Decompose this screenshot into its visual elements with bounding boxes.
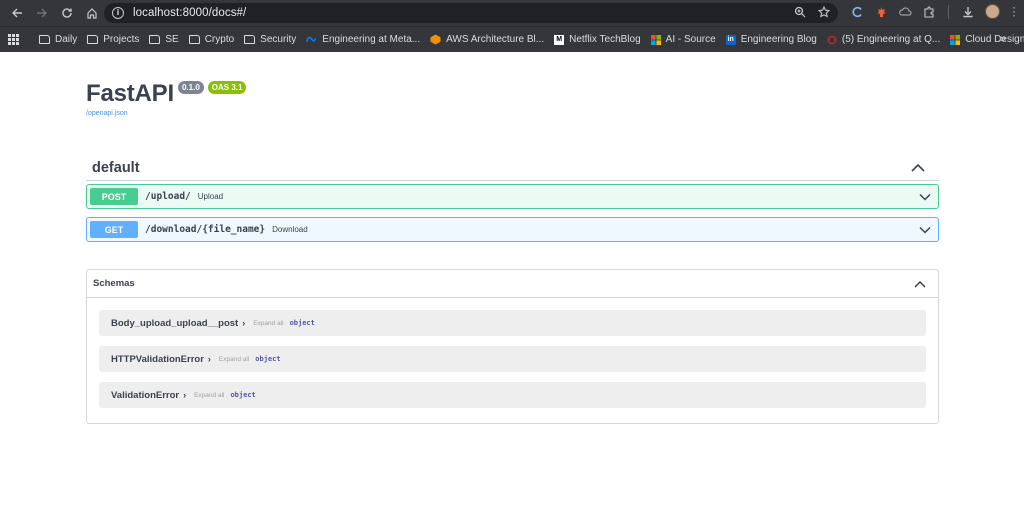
schema-model-row[interactable]: Body_upload_upload__post › Expand all objec… [99,310,926,336]
back-icon[interactable] [6,2,28,24]
download-icon[interactable] [961,5,975,19]
chevron-down-icon[interactable] [919,193,931,201]
site-info-icon[interactable]: i [112,7,124,19]
bookmark-label: SE [165,34,179,45]
extension-maple-icon[interactable] [874,5,888,19]
bookmark-item[interactable]: AI - Source [650,34,716,45]
bookmark-list: Daily Projects SE Crypto Security Engineering… [39,34,1024,45]
browser-toolbar: i localhost:8000/docs#/ · · · [0,0,1024,26]
extension-g-icon[interactable] [850,5,864,19]
operation-post-upload[interactable]: POST /upload/ Upload [86,184,939,209]
bookmark-item[interactable]: Crypto [188,34,235,45]
schema-model-list: Body_upload_upload__post › Expand all objec… [87,310,938,408]
linkedin-icon: in [725,34,736,45]
tag-header[interactable]: default [86,155,939,181]
meta-icon [306,36,317,42]
chevron-right-icon[interactable]: › [242,318,245,328]
schema-type-label: object [289,319,315,327]
bookmark-label: Security [260,34,297,45]
operation-summary: Download [272,225,308,234]
bookmark-label: Engineering Blog [740,34,817,45]
schema-model-name[interactable]: Body_upload_upload__post [111,318,238,329]
schemas-section: Schemas Body_upload_upload__post › Expand … [86,269,939,424]
method-badge-get: GET [90,221,138,238]
folder-icon [87,35,99,44]
bookmark-label: AI - Source [665,34,716,45]
bookmark-item[interactable]: Engineering at Meta... [306,34,420,45]
url-text[interactable]: localhost:8000/docs#/ [133,7,246,19]
medium-icon: M [554,34,565,45]
microsoft-icon [650,34,661,45]
bookmark-item[interactable]: Projects [87,34,139,45]
bookmark-label: Crypto [204,34,235,45]
bookmark-label: Engineering at Meta... [322,34,421,45]
bookmark-item[interactable]: Daily [39,34,77,45]
extensions-puzzle-icon[interactable] [922,5,936,19]
bookmark-label: Netflix TechBlog [569,34,641,45]
bookmark-label: (5) Engineering at Q... [841,34,941,45]
bookmark-label: Daily [55,34,78,45]
bookmark-item[interactable]: AWS Architecture Bl... [430,34,544,45]
chevron-down-icon[interactable] [919,226,931,234]
aws-icon [430,34,441,45]
bookmark-item[interactable]: SE [149,34,179,45]
schema-model-row[interactable]: HTTPValidationError › Expand all object [99,346,926,372]
browser-menu-icon[interactable]: · · · [1010,1,1018,21]
bookmark-label: AWS Architecture Bl... [446,34,545,45]
chevron-right-icon[interactable]: › [208,354,211,364]
method-badge-post: POST [90,188,138,205]
tag-section-default: default POST /upload/ Upload GET /downlo… [86,155,939,242]
operation-path: /upload/ [145,191,191,202]
zoom-icon[interactable] [794,6,806,18]
folder-icon [188,35,200,44]
swagger-ui: FastAPI 0.1.0 OAS 3.1 /openapi.json defa… [86,52,939,424]
bookmark-item[interactable]: Cloud Design Patter... [950,34,1024,45]
bookmark-item[interactable]: (5) Engineering at Q... [827,34,940,45]
expand-all-button[interactable]: Expand all [219,356,249,363]
api-title: FastAPI [86,80,174,107]
profile-avatar[interactable] [985,4,1000,19]
bookmark-item[interactable]: M Netflix TechBlog [554,34,641,45]
schema-model-name[interactable]: ValidationError [111,390,179,401]
api-info: FastAPI 0.1.0 OAS 3.1 /openapi.json [86,52,939,117]
bookmark-item[interactable]: Security [244,34,296,45]
operation-summary: Upload [197,192,224,201]
tag-title: default [92,159,140,176]
expand-all-button[interactable]: Expand all [253,320,283,327]
chevron-up-icon[interactable] [914,280,926,288]
bookmark-label: Projects [103,34,140,45]
operation-get-download[interactable]: GET /download/{file_name} Download [86,217,939,242]
apps-grid-icon[interactable] [8,34,19,45]
oas-badge: OAS 3.1 [207,81,247,94]
schema-type-label: object [230,391,256,399]
chevron-up-icon[interactable] [911,163,925,173]
folder-icon [39,35,50,44]
openapi-json-link[interactable]: /openapi.json [86,110,939,117]
address-bar[interactable]: i localhost:8000/docs#/ [104,3,838,23]
operation-path: /download/{file_name} [145,224,266,235]
bookmarks-bar: Daily Projects SE Crypto Security Engineering… [0,26,1024,52]
folder-icon [244,35,256,44]
folder-icon [149,35,161,44]
chevron-right-icon[interactable]: › [183,390,186,400]
expand-all-button[interactable]: Expand all [194,392,224,399]
schemas-header[interactable]: Schemas [87,270,938,298]
version-badge: 0.1.0 [177,81,204,94]
forward-icon[interactable] [31,2,53,24]
bookmark-label: Cloud Design Patter... [965,34,1024,45]
more-bookmarks-button[interactable]: » [1000,33,1006,45]
home-icon[interactable] [81,2,103,24]
toolbar-divider [948,4,949,19]
quora-icon [827,35,837,44]
schema-model-name[interactable]: HTTPValidationError [111,354,204,365]
schemas-title: Schemas [93,278,135,289]
star-icon[interactable] [818,6,830,18]
bookmark-item[interactable]: in Engineering Blog [725,34,817,45]
schema-type-label: object [255,355,281,363]
extension-cloud-icon[interactable] [898,5,912,19]
reload-icon[interactable] [56,2,78,24]
microsoft-icon [950,34,961,45]
schema-model-row[interactable]: ValidationError › Expand all object [99,382,926,408]
